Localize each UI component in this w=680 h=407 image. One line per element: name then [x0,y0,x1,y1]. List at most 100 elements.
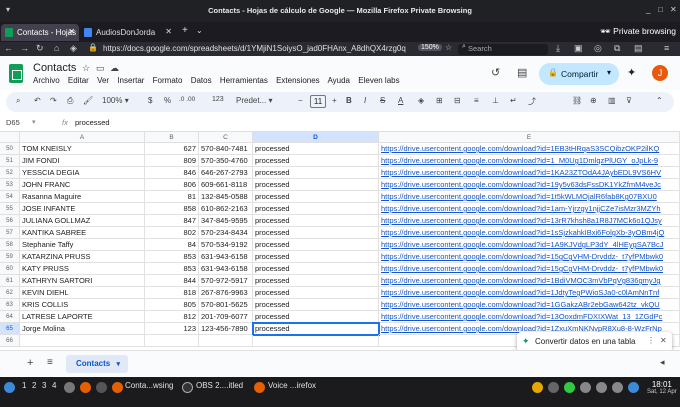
cell-a[interactable]: JOHN FRANC [20,179,145,191]
row-header[interactable]: 61 [0,275,20,287]
menu-archivo[interactable]: Archivo [33,76,60,85]
cell-d[interactable]: processed [253,311,379,323]
search-menus-icon[interactable]: ⌕ [16,96,20,106]
app-launcher-icon[interactable] [4,382,15,393]
link-cell[interactable]: https://drive.usercontent.google.com/dow… [379,299,680,311]
battery-icon[interactable] [612,382,623,393]
tray-icon-3[interactable] [564,382,575,393]
cell-c[interactable]: 267-876-9963 [199,287,253,299]
link-cell[interactable]: https://drive.usercontent.google.com/dow… [379,215,680,227]
row-header[interactable]: 59 [0,251,20,263]
terminal-icon[interactable] [96,382,107,393]
cell-c[interactable]: 646-267-2793 [199,167,253,179]
link-cell[interactable]: https://drive.usercontent.google.com/dow… [379,251,680,263]
row-header[interactable]: 64 [0,311,20,323]
cell-b[interactable]: 84 [145,239,199,251]
font-select[interactable]: Predet... ▾ [236,96,273,105]
downloads-icon[interactable]: ⤓ [556,43,560,54]
row-header[interactable]: 54 [0,191,20,203]
cell-b[interactable]: 806 [145,179,199,191]
currency-button[interactable]: $ [148,96,152,105]
avatar[interactable]: J [652,65,668,81]
cell-a[interactable]: YESSCIA DEGIA [20,167,145,179]
browser-tab-audios[interactable]: AudiosDonJorda ✕ [80,24,176,41]
reload-icon[interactable]: ↻ [36,43,44,54]
workspace-2[interactable]: 2 [32,381,36,390]
forward-icon[interactable]: → [20,43,29,53]
link-cell[interactable]: https://drive.usercontent.google.com/dow… [379,263,680,275]
close-tab-icon[interactable]: ✕ [165,27,172,36]
cell-c[interactable]: 631-943-6158 [199,263,253,275]
cell-d[interactable]: processed [252,322,380,336]
row-header[interactable]: 58 [0,239,20,251]
row-header[interactable]: 66 [0,335,20,347]
column-header-c[interactable]: C [199,132,253,143]
close-window-icon[interactable]: ✕ [670,5,677,14]
zoom-indicator[interactable]: 150% [418,44,442,51]
cell-a[interactable]: JOSE INFANTE [20,203,145,215]
cell-d[interactable]: processed [253,239,379,251]
cell-d[interactable] [253,335,379,347]
tray-icon-1[interactable] [532,382,543,393]
percent-button[interactable]: % [164,96,171,105]
cell-b[interactable]: 844 [145,275,199,287]
document-title[interactable]: Contacts [33,62,76,74]
column-header-b[interactable]: B [145,132,199,143]
row-header[interactable]: 57 [0,227,20,239]
menu-extensiones[interactable]: Extensiones [276,76,320,85]
cell-b[interactable]: 81 [145,191,199,203]
align-horizontal-icon[interactable]: ≡ [474,96,479,105]
row-header[interactable]: 53 [0,179,20,191]
cell-a[interactable]: JIM FONDI [20,155,145,167]
cell-b[interactable]: 802 [145,227,199,239]
gemini-icon[interactable]: ✦ [627,66,636,79]
font-size-input[interactable]: 11 [310,95,326,108]
cell-b[interactable]: 805 [145,299,199,311]
minimize-icon[interactable]: _ [646,5,650,14]
taskbar-window-voice[interactable]: Voice ...irefox [268,381,316,390]
link-cell[interactable]: https://drive.usercontent.google.com/dow… [379,167,680,179]
cell-a[interactable]: TOM KNEISLY [20,143,145,155]
cell-b[interactable]: 818 [145,287,199,299]
clock[interactable]: 18:01 Sat, 12 Apr [647,380,677,395]
cell-c[interactable]: 201-709-6077 [199,311,253,323]
all-sheets-icon[interactable]: ≡ [47,357,53,368]
decimal-buttons[interactable]: .0 .00 [179,96,195,103]
cell-c[interactable]: 570-801-5625 [199,299,253,311]
close-tab-icon[interactable]: ✕ [68,27,75,36]
cell-a[interactable]: Jorge Molina [20,323,145,335]
menu-ayuda[interactable]: Ayuda [327,76,350,85]
row-header[interactable]: 56 [0,215,20,227]
cell-c[interactable]: 631-943-6158 [199,251,253,263]
align-vertical-icon[interactable]: ⊥ [492,96,499,105]
cell-a[interactable]: Stephanie Taffy [20,239,145,251]
cell-a[interactable]: KATARZINA PRUSS [20,251,145,263]
close-icon[interactable]: ✕ [660,336,667,345]
maximize-icon[interactable]: □ [658,5,663,14]
share-button[interactable]: 🔒 Compartir ▾ [539,63,619,85]
move-folder-icon[interactable]: ▭ [96,63,105,74]
link-cell[interactable]: https://drive.usercontent.google.com/dow… [379,143,680,155]
hamburger-menu-icon[interactable]: ≡ [664,43,669,53]
cell-a[interactable]: Rasanna Maguire [20,191,145,203]
menu-editar[interactable]: Editar [68,76,89,85]
cell-c[interactable]: 610-862-2163 [199,203,253,215]
text-wrap-icon[interactable]: ↵ [510,96,517,105]
cell-d[interactable]: processed [253,155,379,167]
cell-d[interactable]: processed [253,299,379,311]
column-header-d[interactable]: D [253,132,379,143]
extensions-icon[interactable]: ⧉ [614,43,620,54]
cell-b[interactable]: 847 [145,215,199,227]
row-header[interactable]: 62 [0,287,20,299]
search-input[interactable]: Search [458,44,548,55]
cell-d[interactable]: processed [253,227,379,239]
menu-herramientas[interactable]: Herramientas [220,76,268,85]
insert-link-icon[interactable]: ⛓ [572,96,582,105]
chevron-down-icon[interactable]: ▾ [607,68,611,77]
filter-icon[interactable]: ⊽ [626,96,632,105]
files-icon[interactable] [64,382,75,393]
bookmark-star-icon[interactable]: ☆ [445,43,452,52]
cell-d[interactable]: processed [253,191,379,203]
pocket-icon[interactable]: ◈ [70,43,77,54]
menu-ver[interactable]: Ver [97,76,109,85]
